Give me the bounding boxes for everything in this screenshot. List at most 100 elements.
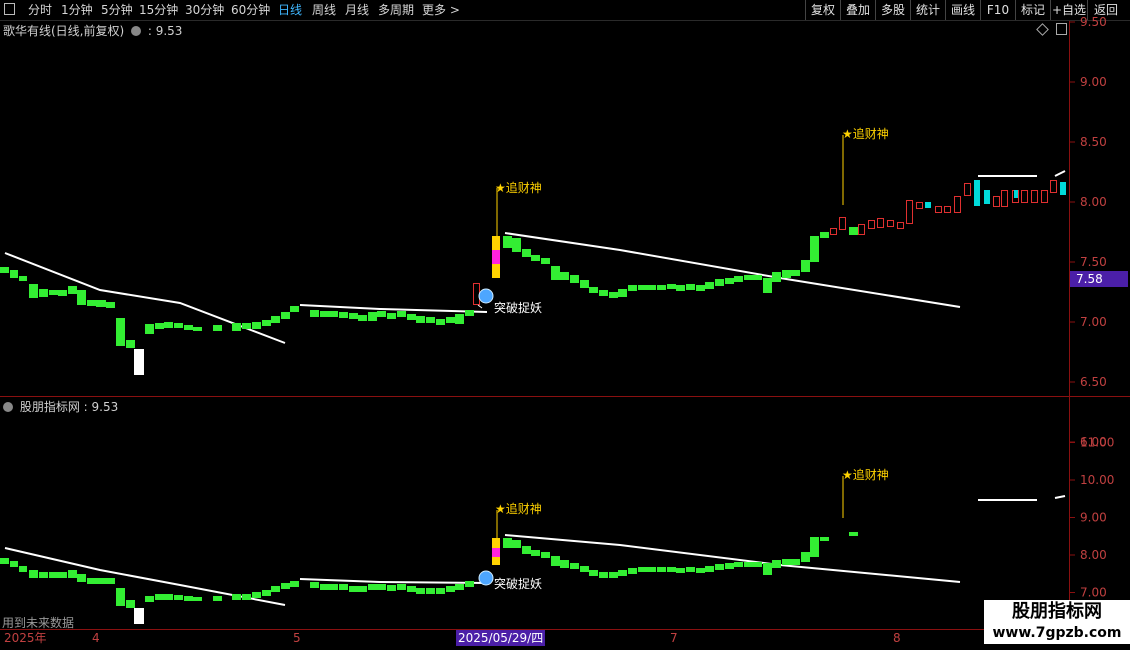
sub-title-text: 股朋指标网	[19, 400, 80, 414]
y-tick-label: 7.50	[1080, 255, 1107, 269]
green-candle	[744, 275, 753, 280]
chart-canvas[interactable]: 11.5011.0010.5010.009.509.008.508.007.50…	[0, 0, 1130, 650]
sub-signal-bars	[0, 532, 858, 624]
green-candle	[849, 227, 858, 235]
date-label-apr: 4	[92, 631, 100, 645]
chase-label-sub-2: ★追财神	[842, 468, 889, 482]
green-signal-bar	[416, 588, 425, 594]
green-candle	[96, 300, 106, 307]
green-signal-bar	[686, 567, 695, 572]
green-signal-bar	[772, 560, 781, 568]
green-candle	[426, 317, 435, 323]
green-signal-bar	[262, 590, 271, 596]
green-candle	[570, 275, 579, 283]
sub-trend-line-2	[299, 578, 488, 584]
chase-label-main-2: ★追财神	[842, 127, 889, 141]
green-candle	[696, 285, 705, 291]
red-candle	[1031, 190, 1038, 203]
green-candle	[397, 311, 406, 317]
green-signal-bar	[349, 586, 358, 592]
green-signal-bar	[734, 562, 743, 567]
green-signal-bar	[0, 558, 9, 564]
green-candle	[763, 278, 772, 293]
green-candle	[87, 300, 96, 306]
future-data-note: 用到未来数据	[2, 616, 75, 630]
green-candle	[281, 312, 290, 319]
green-signal-bar	[465, 581, 474, 587]
green-signal-bar	[271, 586, 280, 592]
cyan-candle	[1014, 190, 1018, 198]
green-signal-bar	[339, 584, 348, 590]
date-label-may: 5	[293, 631, 301, 645]
green-candle	[676, 285, 685, 291]
chase-label-sub-1: ★追财神	[495, 502, 542, 516]
green-candle	[310, 310, 319, 317]
red-candle	[1041, 190, 1048, 203]
date-cursor-marker: 2025/05/29/四	[456, 630, 546, 646]
green-candle	[0, 267, 9, 273]
cyan-candle	[925, 202, 931, 208]
green-candle	[705, 282, 714, 289]
green-candle	[772, 272, 781, 282]
green-candle	[58, 290, 67, 296]
green-signal-bar	[252, 592, 261, 598]
trend-line-5	[1054, 170, 1066, 177]
green-candle	[647, 285, 656, 290]
green-signal-bar	[126, 600, 135, 608]
green-candle	[715, 279, 724, 286]
red-candle	[1021, 190, 1028, 203]
green-candle	[164, 322, 173, 328]
green-signal-bar	[164, 594, 173, 600]
green-candle	[686, 284, 695, 290]
green-candle	[628, 285, 637, 291]
green-candle	[820, 232, 829, 238]
green-candle	[609, 292, 618, 298]
green-candle	[407, 314, 416, 320]
green-signal-bar	[782, 559, 791, 565]
green-candle	[49, 290, 58, 295]
green-candle	[213, 325, 222, 331]
green-candle	[734, 276, 743, 282]
signal-candle-magenta	[492, 250, 500, 264]
green-candle	[725, 278, 734, 284]
green-signal-bar	[667, 567, 676, 572]
green-signal-bar	[455, 584, 464, 590]
panel-resize-icon[interactable]	[1056, 23, 1067, 35]
green-signal-bar	[68, 570, 77, 578]
chase-label-main-1: ★追财神	[495, 181, 542, 195]
signal-bar-yellow	[492, 538, 500, 548]
green-signal-bar	[397, 584, 406, 590]
collapse-icon[interactable]	[3, 402, 13, 412]
y-tick-label: 8.00	[1080, 548, 1107, 562]
red-candle	[868, 220, 875, 229]
green-signal-bar	[436, 588, 445, 594]
sub-y-ticks: 11.00 10.00 9.00 8.00 7.00	[1070, 436, 1114, 600]
green-signal-bar	[49, 572, 58, 578]
green-candle	[465, 310, 474, 316]
red-candle	[887, 220, 894, 227]
green-signal-bar	[155, 594, 164, 600]
white-candle	[134, 349, 144, 375]
breakout-orb-main	[478, 288, 494, 304]
green-candle	[455, 314, 464, 324]
green-candle	[753, 275, 762, 280]
green-signal-bar	[320, 584, 329, 590]
y-tick-label: 7.00	[1080, 315, 1107, 329]
green-candle	[791, 270, 800, 276]
settings-icon[interactable]	[131, 26, 142, 36]
red-candle	[1001, 190, 1008, 207]
green-signal-bar	[213, 596, 222, 601]
breakout-label-main: 突破捉妖	[494, 301, 543, 315]
red-candle	[839, 217, 846, 230]
green-candle	[262, 320, 271, 326]
green-candle	[252, 322, 261, 329]
green-signal-bar	[87, 578, 96, 584]
trend-line-3	[504, 232, 961, 308]
cyan-candle	[974, 180, 980, 206]
trend-line-2	[299, 304, 488, 313]
red-candle	[935, 206, 942, 213]
red-candle	[964, 183, 971, 196]
green-signal-bar	[193, 597, 202, 601]
green-candle	[436, 319, 445, 325]
red-candle	[944, 206, 951, 213]
